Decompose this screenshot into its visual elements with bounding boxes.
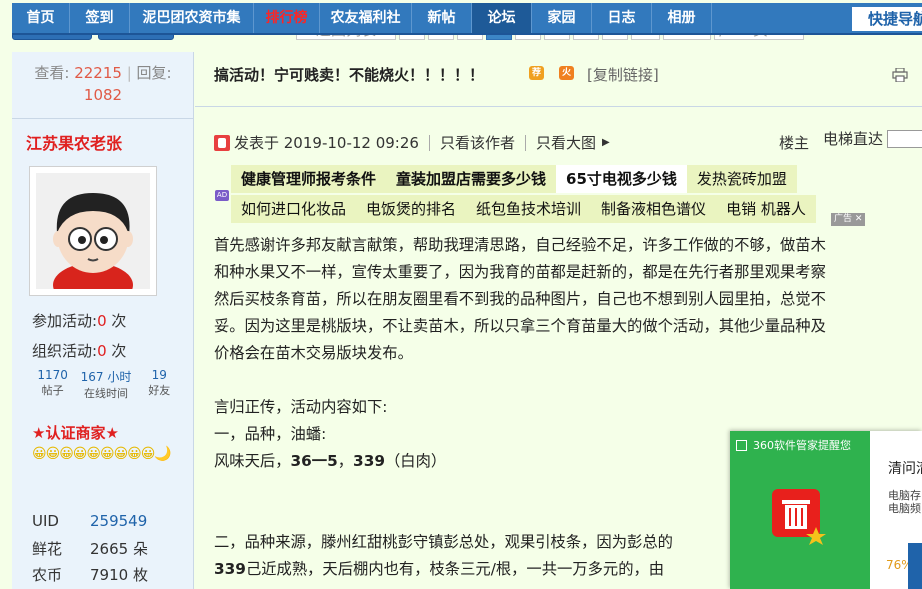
floor-jump-input[interactable] — [887, 129, 922, 148]
org-label: 组织活动: — [32, 342, 98, 360]
ad-link[interactable]: 电销 机器人 — [716, 195, 816, 223]
post-line: 言归正传，活动内容如下: — [214, 398, 388, 416]
flower-label: 鲜花 — [32, 540, 63, 558]
ad-link[interactable]: 如何进口化妆品 — [231, 195, 357, 223]
nav-item[interactable]: 相册 — [652, 3, 712, 33]
popup-text-line1: 电脑存 — [888, 489, 921, 502]
popup-action-button[interactable] — [908, 543, 922, 589]
nav-item[interactable]: 首页 — [12, 3, 70, 33]
ad-link[interactable]: 纸包鱼技术培训 — [466, 195, 592, 223]
title-divider — [195, 106, 922, 107]
avatar[interactable] — [29, 166, 157, 296]
user-counts: 1170 帖子 167 小时 在线时间 19 好友 — [26, 368, 186, 401]
thread-title: 搞活动！宁可贱卖！不能烧火！！！！！ — [214, 66, 485, 84]
copy-link[interactable]: [复制链接] — [587, 64, 659, 85]
join-count: 0 — [97, 312, 107, 330]
nav-item[interactable]: 家园 — [532, 3, 592, 33]
ad-link[interactable]: 发热瓷砖加盟 — [686, 165, 797, 193]
floor-label: 楼主 — [779, 134, 810, 152]
only-author-link[interactable]: 只看该作者 — [440, 132, 515, 153]
post-line: 和种水果又不一样，宣传太重要了，因为我育的苗都是赶新的，都是在先行者那里观果考察 — [214, 263, 826, 281]
ad-close-tag[interactable]: 广告 ✕ — [831, 213, 866, 226]
avatar-cartoon-icon — [36, 173, 150, 289]
software-popup: 360软件管家提醒您 清问清 电脑存 电脑频 76% — [730, 431, 922, 589]
count-value: 19 — [151, 368, 167, 382]
coin-label: 农币 — [32, 566, 63, 584]
nav-item[interactable]: 日志 — [592, 3, 652, 33]
popup-text: 电脑存 电脑频 — [888, 489, 921, 515]
user-count-item[interactable]: 19 好友 — [133, 368, 186, 401]
print-icon[interactable] — [892, 68, 908, 82]
nav-item[interactable]: 泥巴团农资市集 — [130, 3, 254, 33]
flower-value: 2665 朵 — [90, 540, 148, 558]
author-sidebar: 查看: 22215 | 回复: 1082 江苏果农老张 参加活动:0 次 组织活… — [12, 52, 194, 589]
post-line — [214, 367, 922, 394]
views-label: 查看: — [34, 64, 70, 82]
medal-icons: 😀😀😀😀😀😀😀😀😀🌙 — [32, 446, 172, 462]
ad-icon: AD — [215, 190, 229, 201]
nav-item[interactable]: 签到 — [70, 3, 130, 33]
caret-right-icon: ▶ — [601, 137, 610, 148]
ad-link[interactable]: 制备液相色谱仪 — [591, 195, 717, 223]
coin-value: 7910 枚 — [90, 566, 148, 584]
post-date: 发表于 2019-10-12 09:26 — [234, 134, 419, 152]
floor-jump: 电梯直达 — [823, 128, 922, 149]
nav-item[interactable]: 新帖 — [412, 3, 472, 33]
post-line: 然后买枝条育苗，所以在朋友圈里看不到我的品种图片，自己也不想到别人园里拍，总觉不 — [214, 290, 826, 308]
ad-link[interactable]: 电饭煲的排名 — [356, 195, 467, 223]
sidebar-divider — [12, 118, 194, 119]
ad-link[interactable]: 童装加盟店需要多少钱 — [386, 165, 557, 193]
ad-link[interactable]: 健康管理师报考条件 — [231, 165, 387, 193]
popup-green-panel: 360软件管家提醒您 — [730, 431, 870, 589]
popup-text-line2: 电脑频 — [888, 502, 921, 515]
online-status-icon — [214, 134, 230, 151]
post-line: 首先感谢许多邦友献言献策，帮助我理清思路，自己经验不足，许多工作做的不够，做苗木 — [214, 236, 826, 254]
uid-label: UID — [32, 512, 59, 530]
hot-badge: 火 — [559, 66, 575, 80]
popup-title-text: 360软件管家提醒您 — [753, 439, 851, 452]
count-value: 167 小时 — [80, 370, 132, 384]
floor-jump-label: 电梯直达 — [823, 130, 884, 148]
post-line: 价格会在苗木交易版块发布。 — [214, 344, 413, 362]
join-unit: 次 — [111, 312, 127, 330]
thread-stats: 查看: 22215 | 回复: 1082 — [34, 64, 172, 104]
nav-item[interactable]: 排行榜 — [254, 3, 320, 33]
uid-row: UID 259549 — [32, 512, 192, 530]
uid-value[interactable]: 259549 — [90, 512, 147, 530]
count-value: 1170 — [37, 368, 68, 382]
replies-label: 回复: — [136, 64, 172, 82]
nav-item[interactable]: 农友福利社 — [320, 3, 412, 33]
only-big-image-link[interactable]: 只看大图 — [536, 132, 596, 153]
user-count-item[interactable]: 1170 帖子 — [26, 368, 79, 401]
user-count-item[interactable]: 167 小时 在线时间 — [79, 368, 132, 401]
popup-heading: 清问清 — [888, 461, 922, 477]
post-meta-bar: 发表于 2019-10-12 09:26 只看该作者 只看大图 ▶ — [214, 132, 610, 153]
replies-count: 1082 — [83, 86, 123, 104]
org-unit: 次 — [111, 342, 127, 360]
author-name[interactable]: 江苏果农老张 — [26, 130, 122, 154]
count-label: 帖子 — [41, 384, 64, 397]
join-activity: 参加活动:0 次 — [32, 310, 126, 331]
views-count: 22215 — [74, 64, 122, 82]
popup-title: 360软件管家提醒您 — [736, 437, 851, 453]
app-grid-icon — [736, 439, 747, 451]
ad-link[interactable]: 65寸电视多少钱 — [556, 165, 687, 193]
quick-nav-button[interactable]: 快捷导航 — [852, 7, 922, 31]
ad-links: 健康管理师报考条件 童装加盟店需要多少钱 65寸电视多少钱 发热瓷砖加盟 如何进口化妆… — [231, 165, 875, 227]
meta-separator — [524, 134, 526, 151]
post-line: 妥。因为这里是桃版块，不让卖苗木，所以只拿三个育苗量大的做个活动，其他少量品种及 — [214, 317, 826, 335]
top-nav: 首页 签到 泥巴团农资市集 排行榜 农友福利社 新帖 论坛 家园 日志 相册 快捷导航 — [12, 3, 922, 35]
coin-row: 农币 7910 枚 — [32, 564, 192, 585]
org-count: 0 — [97, 342, 107, 360]
flower-row: 鲜花 2665 朵 — [32, 538, 192, 559]
certified-merchant-badge: ★认证商家★ — [32, 424, 119, 442]
join-label: 参加活动: — [32, 312, 98, 330]
meta-separator — [428, 134, 430, 151]
count-label: 好友 — [148, 384, 171, 397]
count-label: 在线时间 — [83, 387, 128, 400]
recommend-badge: 荐 — [529, 66, 545, 80]
organize-activity: 组织活动:0 次 — [32, 340, 126, 361]
nav-item[interactable]: 论坛 — [472, 3, 532, 33]
trash-icon — [772, 489, 826, 545]
